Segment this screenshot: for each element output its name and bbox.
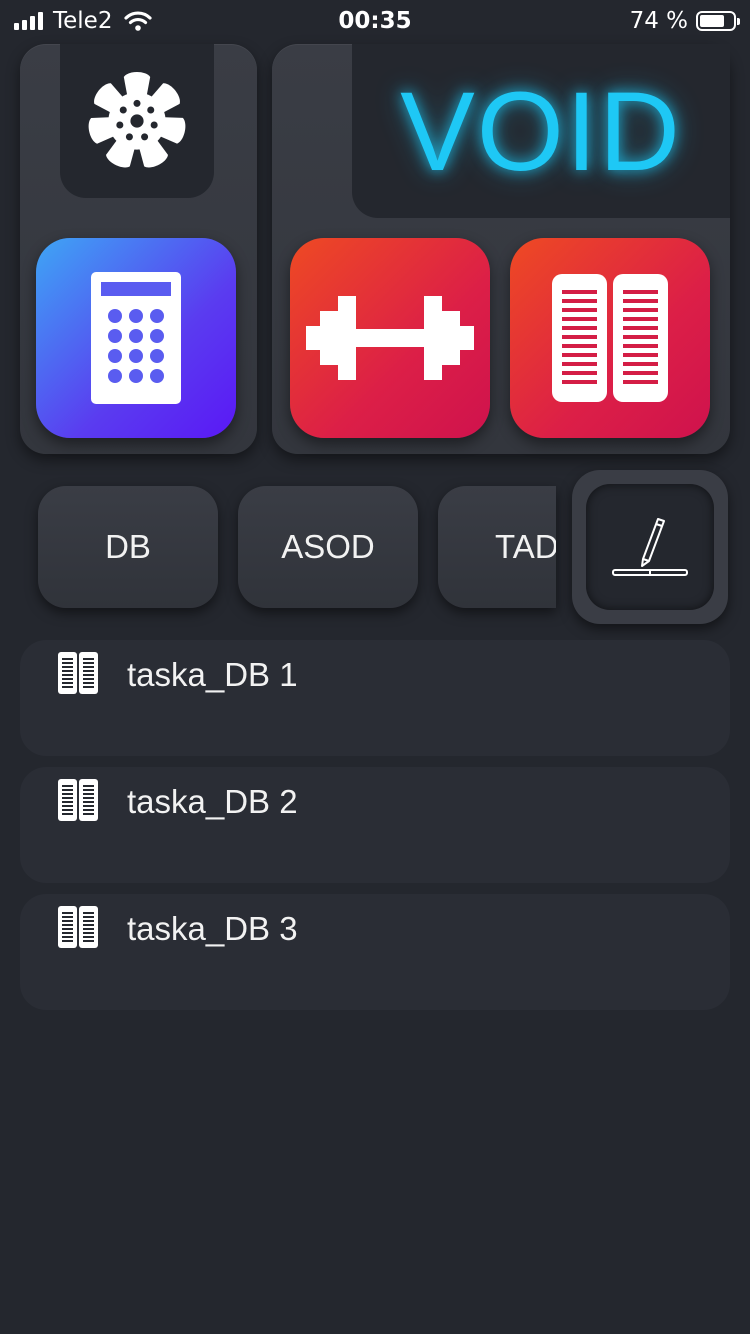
tab-label: DB — [105, 528, 151, 565]
calculator-button[interactable] — [36, 238, 236, 438]
tab-tad[interactable]: TAD — [438, 486, 556, 608]
gear-icon — [86, 72, 188, 171]
status-bar: Tele2 00:35 74 % — [0, 0, 750, 40]
settings-button[interactable] — [60, 44, 214, 198]
tab-db[interactable]: DB — [38, 486, 218, 608]
dumbbell-icon — [306, 296, 474, 380]
status-right: 74 % — [629, 8, 740, 34]
edit-button[interactable] — [572, 470, 728, 624]
tab-label: ASOD — [281, 528, 375, 565]
book-icon — [58, 906, 98, 948]
notes-button[interactable] — [510, 238, 710, 438]
list-item-label: taska_DB 2 — [127, 783, 298, 820]
workout-button[interactable] — [290, 238, 490, 438]
app-screen: Tele2 00:35 74 % VOID DB ASOD TAD taska_… — [0, 0, 750, 1334]
book-icon — [58, 652, 98, 694]
tab-label: TAD — [495, 528, 556, 565]
list-item[interactable]: taska_DB 3 — [20, 894, 730, 1010]
list-item[interactable]: taska_DB 1 — [20, 640, 730, 756]
pencil-icon — [612, 518, 688, 576]
app-title: VOID — [400, 68, 682, 194]
book-icon — [552, 274, 668, 402]
edit-button-inner — [586, 484, 714, 610]
tab-asod[interactable]: ASOD — [238, 486, 418, 608]
book-icon — [58, 779, 98, 821]
list-item-label: taska_DB 3 — [127, 910, 298, 947]
battery-percent: 74 % — [629, 8, 688, 34]
battery-icon — [696, 11, 740, 31]
title-banner: VOID — [352, 44, 730, 218]
list-item-label: taska_DB 1 — [127, 656, 298, 693]
list-item[interactable]: taska_DB 2 — [20, 767, 730, 883]
calculator-icon — [91, 272, 181, 404]
